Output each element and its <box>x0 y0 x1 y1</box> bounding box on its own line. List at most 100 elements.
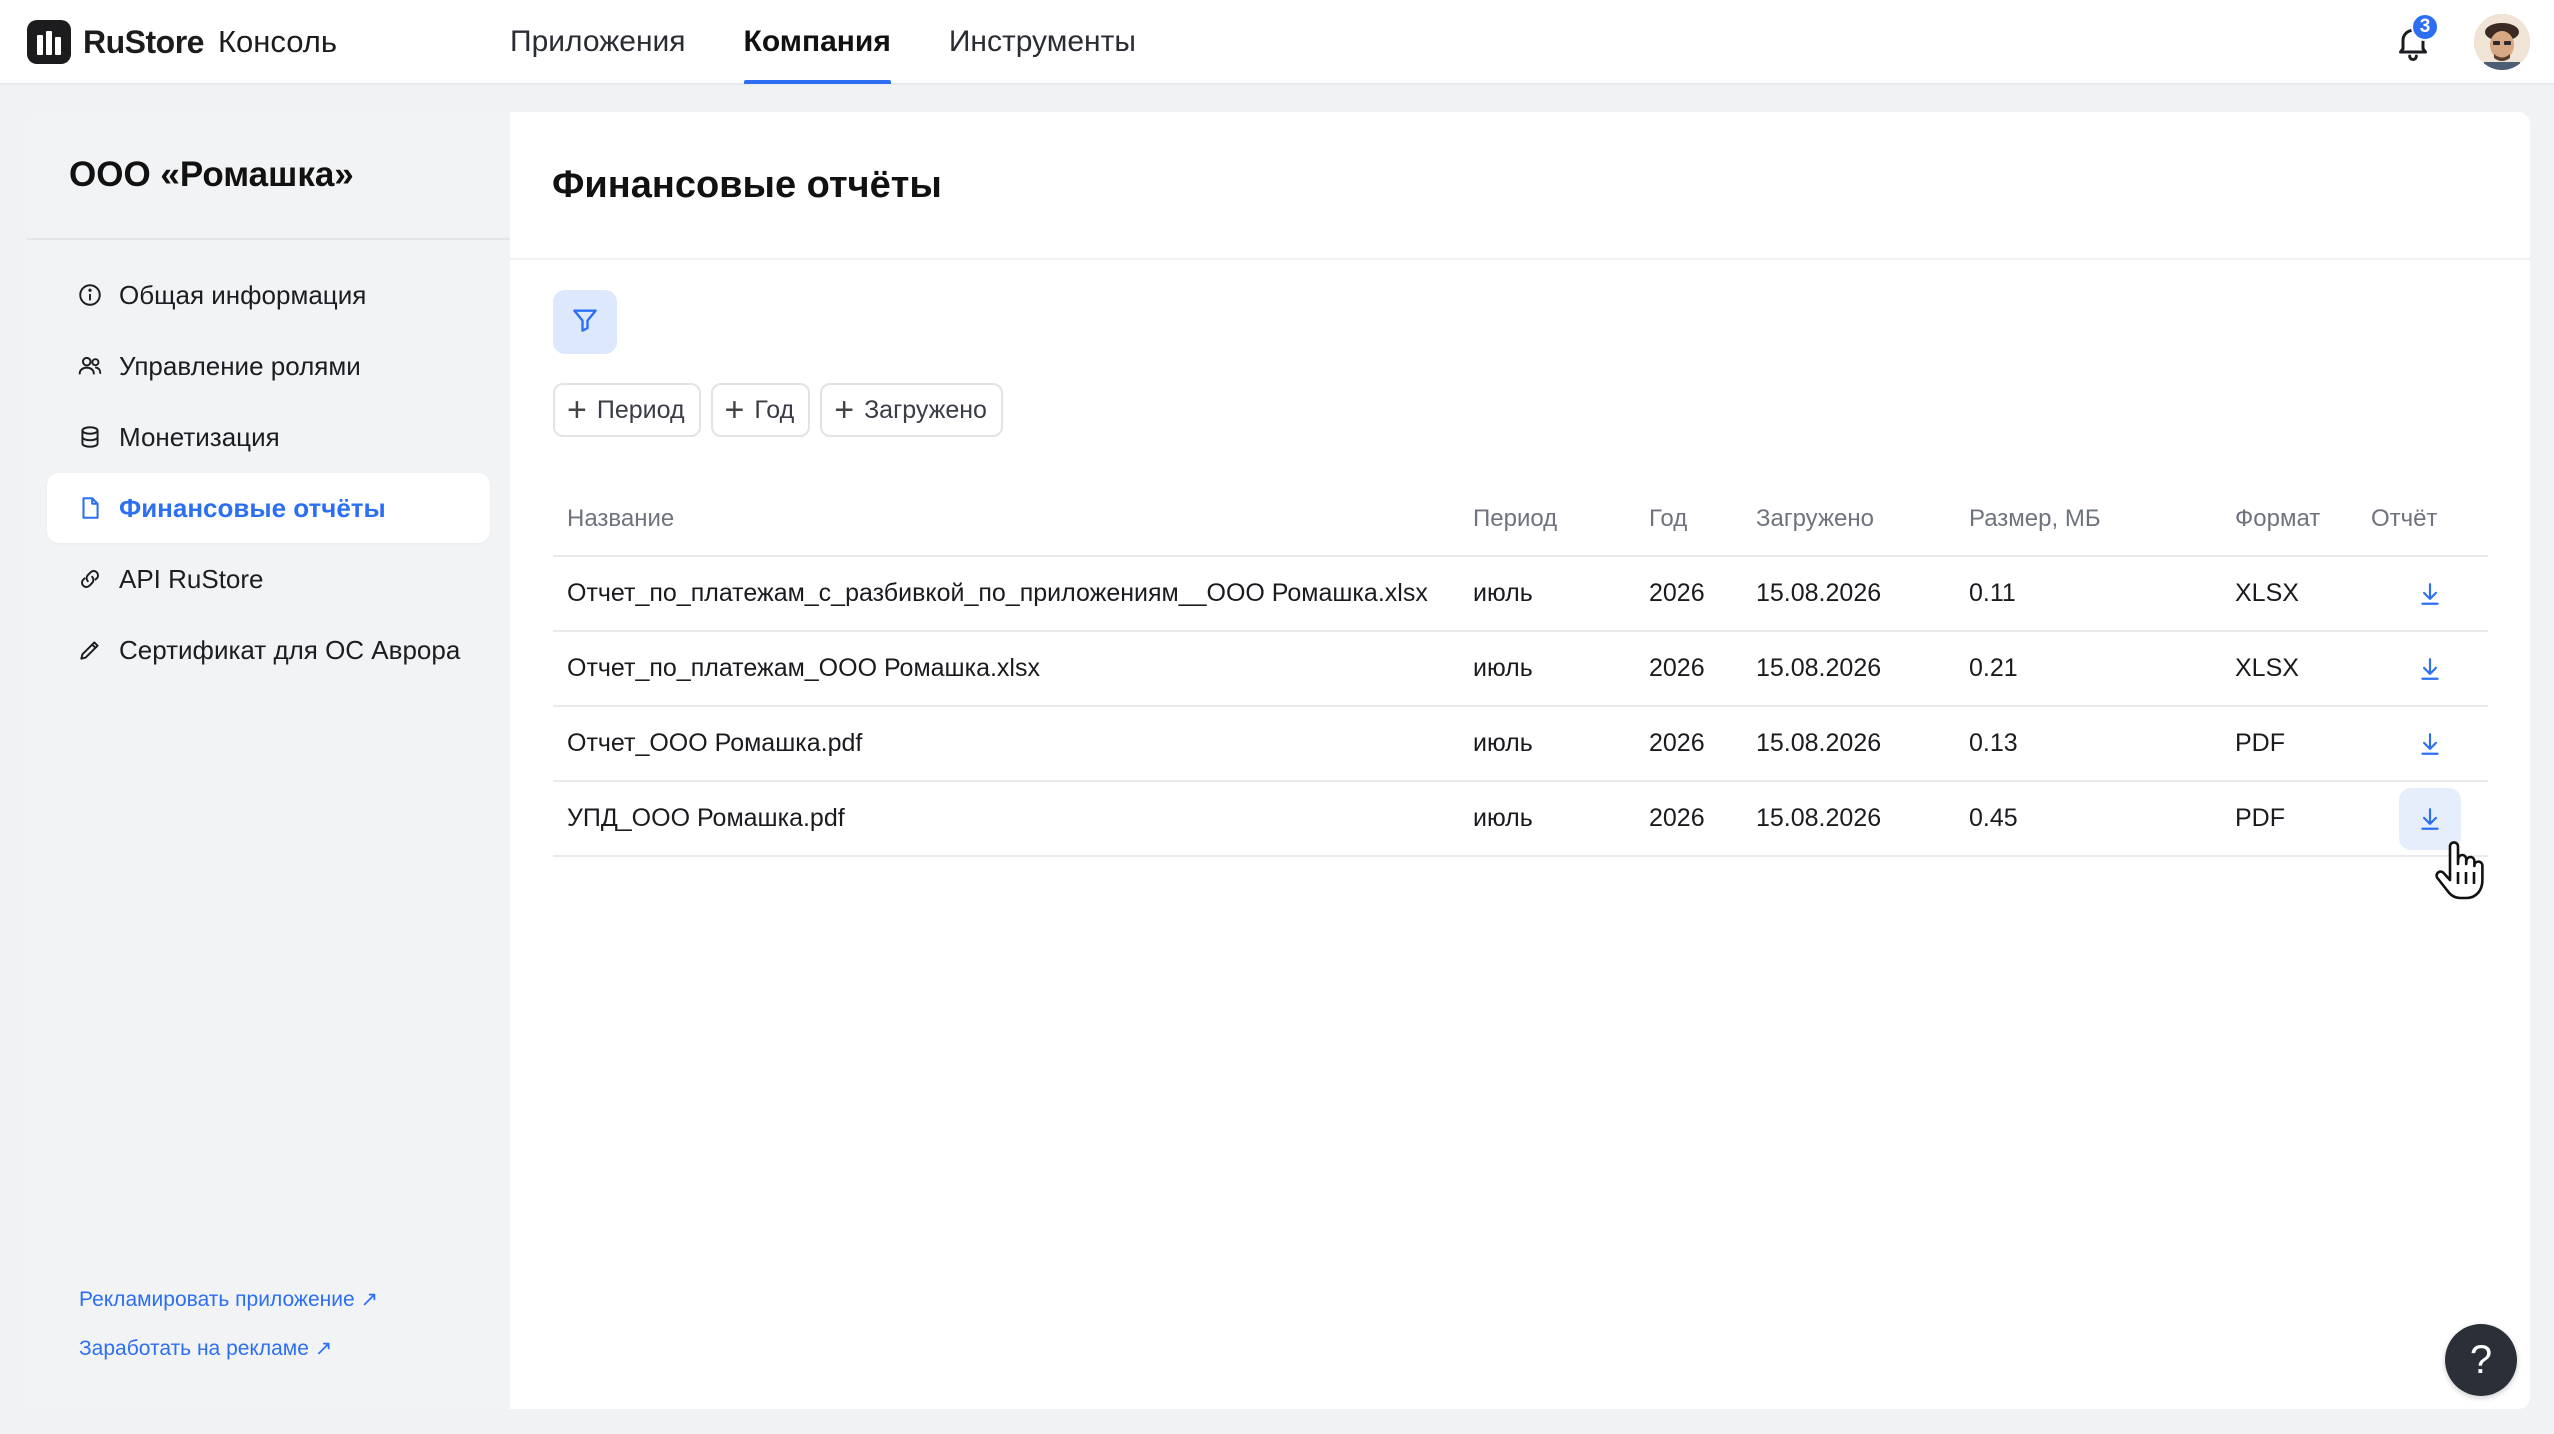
info-icon <box>77 282 103 308</box>
page-title: Финансовые отчёты <box>552 163 942 206</box>
help-button[interactable]: ? <box>2445 1324 2517 1396</box>
column-header-format[interactable]: Формат <box>2221 482 2357 557</box>
filter-chips: + Период + Год + Загружено <box>553 383 1003 437</box>
chip-uploaded[interactable]: + Загружено <box>820 383 1003 437</box>
company-name: ООО «Ромашка» <box>69 155 354 194</box>
report-download-cell <box>2357 556 2488 632</box>
sidebar-item-label: Управление ролями <box>119 350 361 381</box>
report-uploaded: 15.08.2026 <box>1742 631 1955 707</box>
report-download-cell <box>2357 781 2488 857</box>
sidebar: ООО «Ромашка» Общая информация Управлени… <box>27 112 510 1409</box>
report-name: Отчет_ООО Ромашка.pdf <box>553 706 1459 782</box>
report-size: 0.21 <box>1955 631 2221 707</box>
sidebar-item-roles[interactable]: Управление ролями <box>47 331 490 401</box>
download-button[interactable] <box>2399 638 2461 700</box>
table-row: Отчет_по_платежам_с_разбивкой_по_приложе… <box>553 556 2488 632</box>
report-format: PDF <box>2221 706 2357 782</box>
table-header-row: Название Период Год Загружено Размер, МБ… <box>553 482 2488 557</box>
report-year: 2026 <box>1635 631 1742 707</box>
download-icon <box>2420 657 2439 680</box>
sidebar-nav: Общая информация Управление ролями Монет… <box>27 240 510 685</box>
rustore-console-logo[interactable]: RuStore Консоль <box>27 20 337 64</box>
main-content: Финансовые отчёты + Период + Год + Загру… <box>510 112 2530 1409</box>
column-header-period[interactable]: Период <box>1459 482 1635 557</box>
download-icon <box>2420 807 2439 830</box>
sidebar-item-label: Общая информация <box>119 279 367 310</box>
download-button[interactable] <box>2399 713 2461 775</box>
top-bar: RuStore Консоль Приложения Компания Инст… <box>0 0 2554 84</box>
plus-icon: + <box>834 391 855 429</box>
notification-badge: 3 <box>2411 13 2439 41</box>
brand-name: RuStore <box>83 23 204 60</box>
chip-label: Год <box>754 395 795 424</box>
report-name: УПД_ООО Ромашка.pdf <box>553 781 1459 857</box>
chip-label: Период <box>596 395 685 424</box>
page-header: Финансовые отчёты <box>510 112 2530 260</box>
avatar[interactable] <box>2474 14 2530 70</box>
column-header-size[interactable]: Размер, МБ <box>1955 482 2221 557</box>
report-period: июль <box>1459 706 1635 782</box>
column-header-year[interactable]: Год <box>1635 482 1742 557</box>
top-navigation: Приложения Компания Инструменты <box>510 0 1194 84</box>
report-format: XLSX <box>2221 556 2357 632</box>
topnav-company[interactable]: Компания <box>743 0 892 84</box>
reports-table: Название Период Год Загружено Размер, МБ… <box>553 482 2488 857</box>
sidebar-item-label: Финансовые отчёты <box>119 492 386 523</box>
topnav-apps[interactable]: Приложения <box>510 0 686 84</box>
report-download-cell <box>2357 631 2488 707</box>
sidebar-item-label: Сертификат для ОС Аврора <box>119 634 461 665</box>
report-year: 2026 <box>1635 706 1742 782</box>
table-row: Отчет_ООО Ромашка.pdf июль 2026 15.08.20… <box>553 706 2488 782</box>
report-name: Отчет_по_платежам_с_разбивкой_по_приложе… <box>553 556 1459 632</box>
column-header-name[interactable]: Название <box>553 482 1459 557</box>
column-header-report: Отчёт <box>2357 482 2488 557</box>
report-period: июль <box>1459 781 1635 857</box>
report-download-cell <box>2357 706 2488 782</box>
report-year: 2026 <box>1635 781 1742 857</box>
plus-icon: + <box>724 391 745 429</box>
chip-year[interactable]: + Год <box>710 383 811 437</box>
sidebar-item-label: Монетизация <box>119 421 280 452</box>
sidebar-item-label: API RuStore <box>119 563 264 594</box>
report-uploaded: 15.08.2026 <box>1742 706 1955 782</box>
download-button[interactable] <box>2398 787 2461 850</box>
sidebar-item-general-info[interactable]: Общая информация <box>47 260 490 330</box>
rustore-logo-icon <box>27 20 71 64</box>
column-header-uploaded[interactable]: Загружено <box>1742 482 1955 557</box>
download-icon <box>2420 582 2439 605</box>
advertise-app-link[interactable]: Рекламировать приложение ↗ <box>79 1287 378 1312</box>
pen-icon <box>77 637 103 663</box>
sidebar-item-api[interactable]: API RuStore <box>47 544 490 614</box>
earn-on-ads-link[interactable]: Заработать на рекламе ↗ <box>79 1336 378 1361</box>
topnav-tools[interactable]: Инструменты <box>949 0 1136 84</box>
plus-icon: + <box>567 391 587 429</box>
database-icon <box>77 424 103 450</box>
sidebar-external-links: Рекламировать приложение ↗ Заработать на… <box>79 1263 378 1361</box>
report-size: 0.13 <box>1955 706 2221 782</box>
download-icon <box>2420 732 2439 755</box>
report-size: 0.11 <box>1955 556 2221 632</box>
report-name: Отчет_по_платежам_ООО Ромашка.xlsx <box>553 631 1459 707</box>
chip-period[interactable]: + Период <box>553 383 701 437</box>
download-button[interactable] <box>2399 563 2461 625</box>
report-format: PDF <box>2221 781 2357 857</box>
link-icon <box>77 566 103 592</box>
filter-button[interactable] <box>553 290 617 354</box>
table-row: Отчет_по_платежам_ООО Ромашка.xlsx июль … <box>553 631 2488 707</box>
sidebar-item-financial-reports[interactable]: Финансовые отчёты <box>47 473 490 543</box>
report-year: 2026 <box>1635 556 1742 632</box>
report-uploaded: 15.08.2026 <box>1742 556 1955 632</box>
sidebar-item-monetization[interactable]: Монетизация <box>47 402 490 472</box>
product-name: Консоль <box>217 24 338 59</box>
report-size: 0.45 <box>1955 781 2221 857</box>
sidebar-header: ООО «Ромашка» <box>27 112 510 240</box>
report-format: XLSX <box>2221 631 2357 707</box>
report-period: июль <box>1459 631 1635 707</box>
report-uploaded: 15.08.2026 <box>1742 781 1955 857</box>
table-row: УПД_ООО Ромашка.pdf июль 2026 15.08.2026… <box>553 781 2488 857</box>
report-period: июль <box>1459 556 1635 632</box>
filter-icon <box>570 305 600 340</box>
sidebar-item-aurora-certificate[interactable]: Сертификат для ОС Аврора <box>47 615 490 685</box>
chip-label: Загружено <box>864 395 987 424</box>
document-icon <box>77 495 103 521</box>
